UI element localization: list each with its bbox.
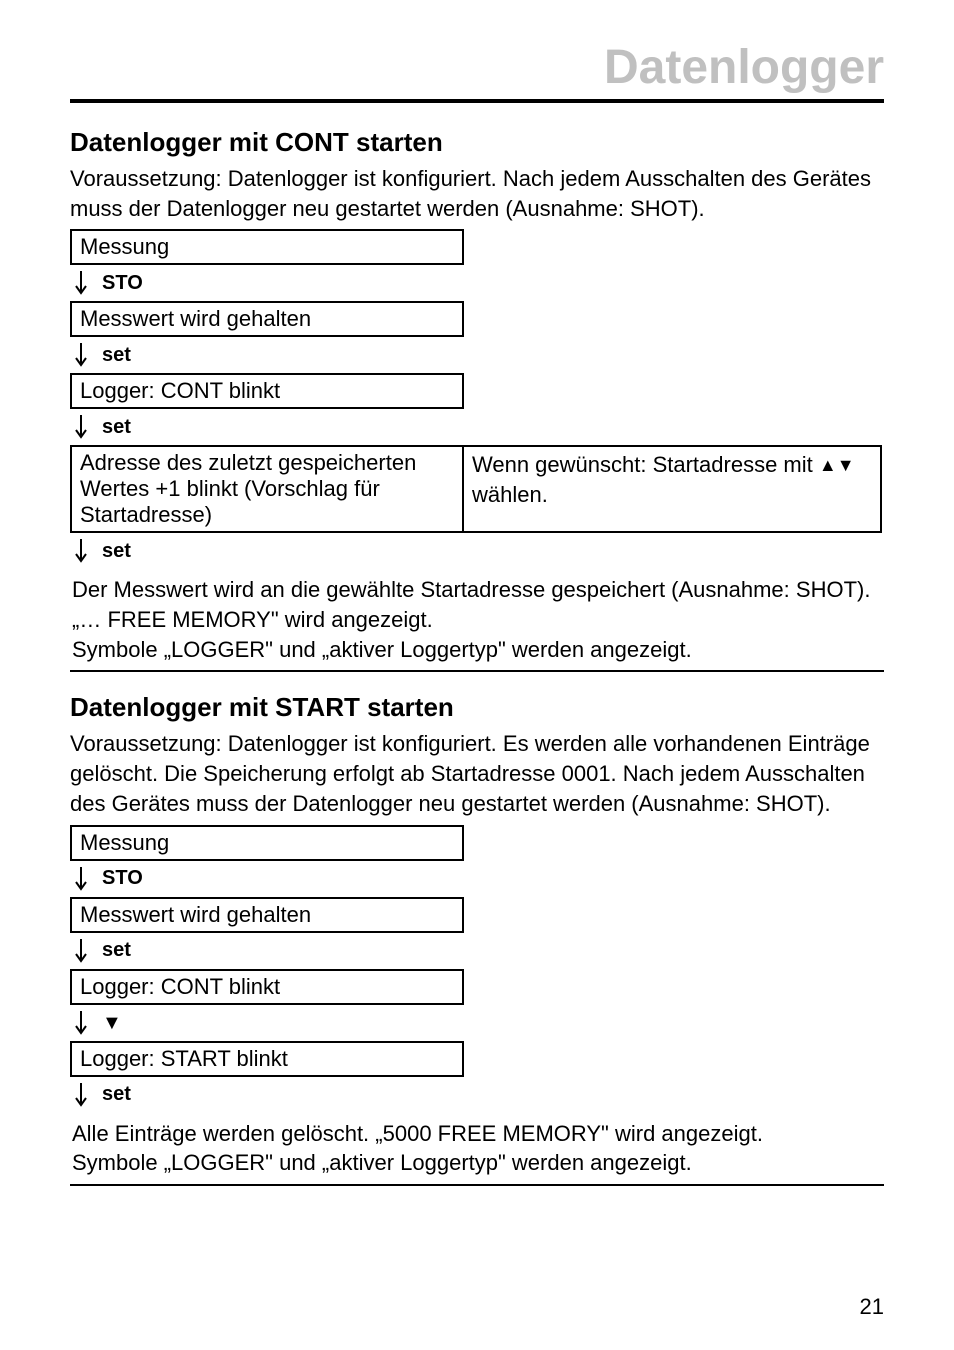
step-b1-label: STO [102, 867, 143, 890]
down-arrow-icon [74, 1083, 88, 1107]
down-arrow-icon [74, 415, 88, 439]
down-arrow-icon [74, 867, 88, 891]
section-b-heading: Datenlogger mit START starten [70, 692, 884, 723]
page-number: 21 [860, 1294, 884, 1320]
down-arrow-icon [74, 939, 88, 963]
step-b4-label: set [102, 1083, 131, 1106]
page-header-title: Datenlogger [70, 40, 884, 95]
down-arrow-icon [74, 539, 88, 563]
down-arrow-icon [74, 1011, 88, 1035]
header-rule [70, 99, 884, 103]
step-a3-label: set [102, 416, 131, 439]
step-a4-label: set [102, 540, 131, 563]
step-b2-label: set [102, 939, 131, 962]
flow-box-a4: Adresse des zuletzt gespeicher­ten Werte… [70, 445, 464, 533]
down-arrow-icon [74, 271, 88, 295]
step-a1-label: STO [102, 272, 143, 295]
step-b3: ▼ [70, 1005, 884, 1041]
flow-box-b4: Logger: START blinkt [70, 1041, 464, 1077]
flow-box-b2: Messwert wird gehalten [70, 897, 464, 933]
down-triangle-icon: ▼ [102, 1013, 122, 1033]
flow-box-b3: Logger: CONT blinkt [70, 969, 464, 1005]
up-down-triangles-icon: ▲▼ [819, 455, 855, 475]
flow-box-a1: Messung [70, 229, 464, 265]
section-a-intro: Voraussetzung: Datenlogger ist konfiguri… [70, 164, 884, 223]
section-b-intro: Voraussetzung: Datenlogger ist konfiguri… [70, 729, 884, 818]
side-a4-pre: Wenn gewünscht: Startadresse mit [472, 452, 819, 477]
step-b1: STO [70, 861, 884, 897]
result-b: Alle Einträge werden gelöscht. „5000 FRE… [70, 1113, 884, 1186]
step-a4: set [70, 533, 884, 569]
result-a: Der Messwert wird an die gewählte Starta… [70, 569, 884, 672]
step-a2: set [70, 337, 884, 373]
side-a4-post: wählen. [472, 482, 548, 507]
flow-box-b1: Messung [70, 825, 464, 861]
step-b2: set [70, 933, 884, 969]
flow-box-a4-side: Wenn gewünscht: Startadresse mit ▲▼ wähl… [464, 445, 882, 533]
step-b4: set [70, 1077, 884, 1113]
section-a-heading: Datenlogger mit CONT starten [70, 127, 884, 158]
step-a2-label: set [102, 344, 131, 367]
step-a1: STO [70, 265, 884, 301]
flow-box-a2: Messwert wird gehalten [70, 301, 464, 337]
flow-box-a3: Logger: CONT blinkt [70, 373, 464, 409]
down-arrow-icon [74, 343, 88, 367]
step-a3: set [70, 409, 884, 445]
